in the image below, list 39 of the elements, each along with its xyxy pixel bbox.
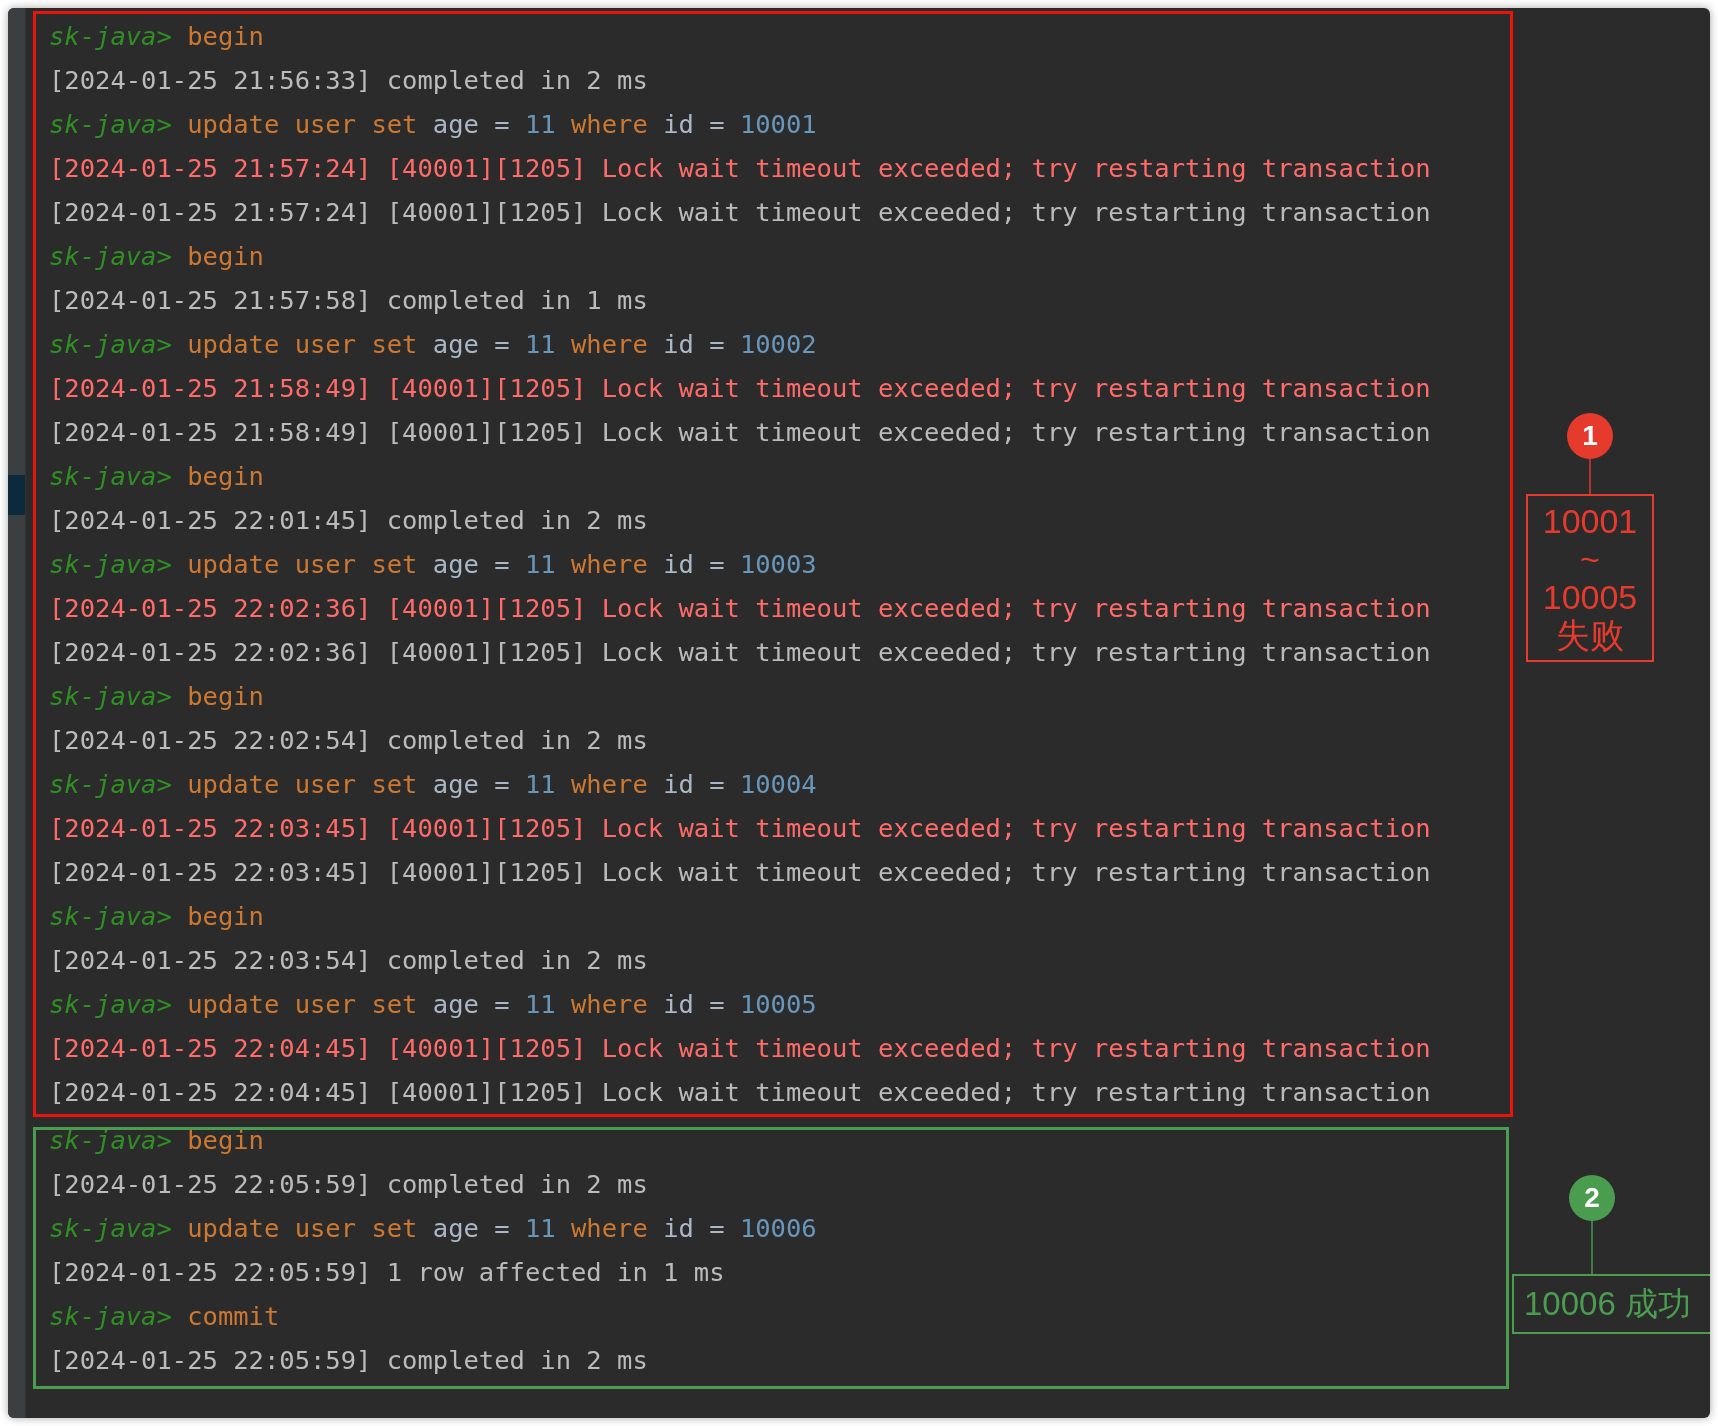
command-line: sk-java> begin — [49, 1124, 265, 1157]
note-text: 失败 — [1555, 616, 1625, 654]
output-line: [2024-01-25 21:57:24] [40001][1205] Lock wait timeout exceeded; try restarting transaction — [49, 196, 1432, 229]
number-badge: 2 — [1569, 1175, 1615, 1221]
note-text: 10006 成功 — [1524, 1285, 1692, 1323]
output-line: [2024-01-25 21:57:58] completed in 1 ms — [49, 284, 649, 317]
command-line: sk-java> update user set age = 11 where id = 10002 — [49, 328, 818, 361]
command-line: sk-java> commit — [49, 1300, 281, 1333]
note-text: 10005 — [1541, 578, 1639, 616]
output-line: [2024-01-25 22:05:59] completed in 2 ms — [49, 1344, 649, 1377]
note-text: 10001 — [1541, 502, 1639, 540]
gutter-marker — [8, 475, 25, 515]
command-line: sk-java> update user set age = 11 where id = 10003 — [49, 548, 818, 581]
output-line: [2024-01-25 22:05:59] completed in 2 ms — [49, 1168, 649, 1201]
command-line: sk-java> update user set age = 11 where id = 10006 — [49, 1212, 818, 1245]
error-line: [2024-01-25 22:03:45] [40001][1205] Lock wait timeout exceeded; try restarting transaction — [49, 812, 1432, 845]
note-text: ~ — [1579, 540, 1601, 578]
command-line: sk-java> begin — [49, 240, 265, 273]
command-line: sk-java> begin — [49, 460, 265, 493]
error-line: [2024-01-25 22:02:36] [40001][1205] Lock wait timeout exceeded; try restarting transaction — [49, 592, 1432, 625]
output-line: [2024-01-25 22:03:54] completed in 2 ms — [49, 944, 649, 977]
output-line: [2024-01-25 22:02:36] [40001][1205] Lock wait timeout exceeded; try restarting transaction — [49, 636, 1432, 669]
command-line: sk-java> update user set age = 11 where id = 10001 — [49, 108, 818, 141]
command-line: sk-java> update user set age = 11 where id = 10004 — [49, 768, 818, 801]
command-line: sk-java> begin — [49, 680, 265, 713]
output-line: [2024-01-25 22:01:45] completed in 2 ms — [49, 504, 649, 537]
command-line: sk-java> begin — [49, 900, 265, 933]
command-line: sk-java> begin — [49, 20, 265, 53]
output-line: [2024-01-25 21:56:33] completed in 2 ms — [49, 64, 649, 97]
output-line: [2024-01-25 22:03:45] [40001][1205] Lock wait timeout exceeded; try restarting transaction — [49, 856, 1432, 889]
output-line: [2024-01-25 21:58:49] [40001][1205] Lock wait timeout exceeded; try restarting transaction — [49, 416, 1432, 449]
number-badge: 1 — [1567, 413, 1613, 459]
output-line: [2024-01-25 22:02:54] completed in 2 ms — [49, 724, 649, 757]
output-line: [2024-01-25 22:05:59] 1 row affected in 1 ms — [49, 1256, 726, 1289]
error-line: [2024-01-25 21:58:49] [40001][1205] Lock wait timeout exceeded; try restarting transaction — [49, 372, 1432, 405]
error-line: [2024-01-25 22:04:45] [40001][1205] Lock wait timeout exceeded; try restarting transaction — [49, 1032, 1432, 1065]
output-line: [2024-01-25 22:04:45] [40001][1205] Lock wait timeout exceeded; try restarting transaction — [49, 1076, 1432, 1109]
command-line: sk-java> update user set age = 11 where id = 10005 — [49, 988, 818, 1021]
error-line: [2024-01-25 21:57:24] [40001][1205] Lock wait timeout exceeded; try restarting transaction — [49, 152, 1432, 185]
